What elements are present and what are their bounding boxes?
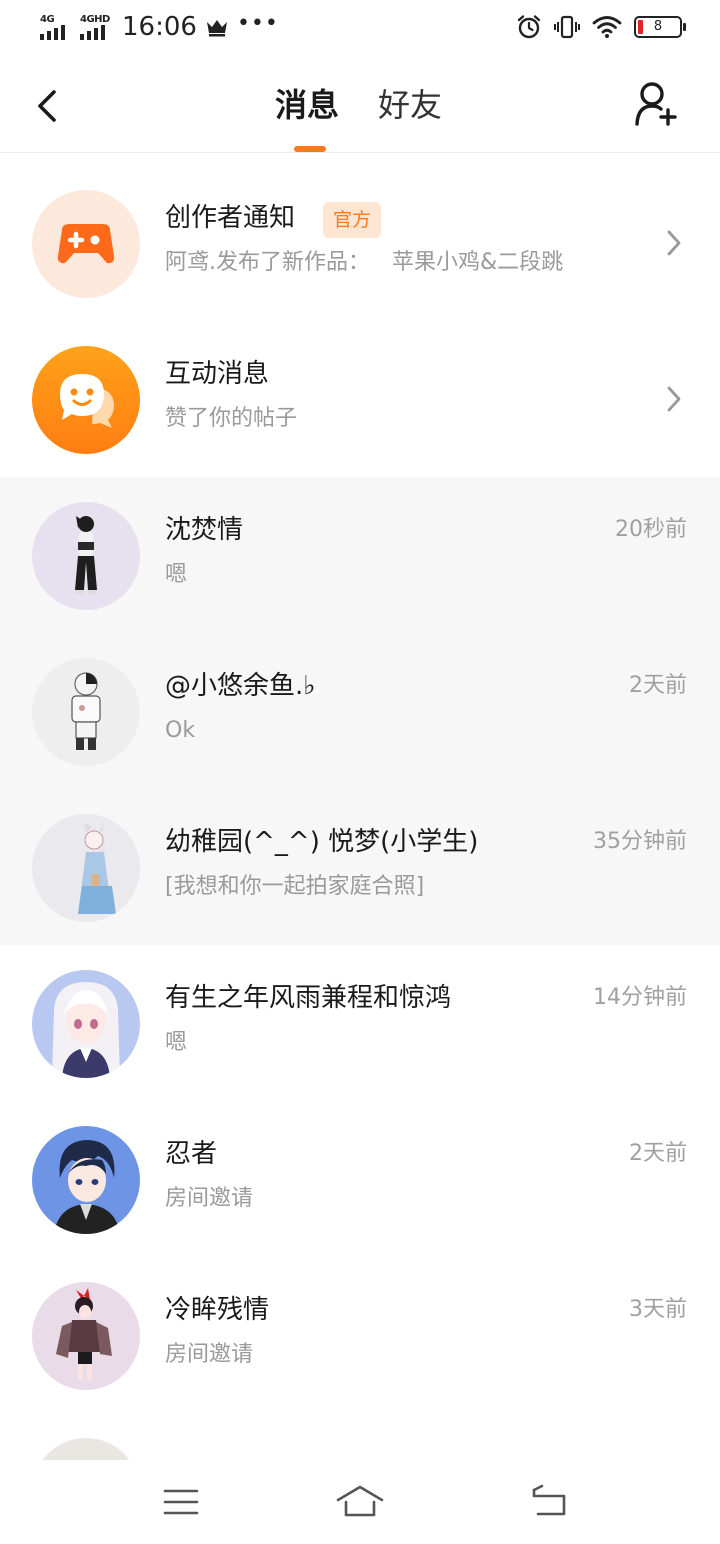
preview-text: 阿鸢.发布了新作品： bbox=[165, 250, 370, 275]
signal-icon: 4G bbox=[40, 14, 72, 40]
gamepad-icon bbox=[32, 190, 140, 298]
menu-icon[interactable] bbox=[156, 1482, 206, 1522]
back-arrow-icon[interactable] bbox=[30, 86, 64, 126]
conversation-name: 沈焚情 bbox=[165, 515, 244, 545]
conversation-time: 3天前 bbox=[629, 1297, 687, 1322]
conversation-preview: 阿鸢.发布了新作品： 苹果小鸡&二段跳 bbox=[165, 247, 563, 279]
tab-friends[interactable]: 好友 bbox=[378, 84, 442, 126]
list-item-chat[interactable]: 忍者 房间邀请 2天前 bbox=[0, 1101, 720, 1257]
conversation-preview: 房间邀请 bbox=[165, 1342, 254, 1367]
conversation-name: 互动消息 bbox=[165, 359, 270, 389]
list-item-chat[interactable]: 幼稚园(^_^) 悦梦(小学生) [我想和你一起拍家庭合照] 35分钟前 bbox=[0, 789, 720, 945]
conversation-name: @小悠余鱼.♭ bbox=[165, 671, 316, 701]
conversation-preview: [我想和你一起拍家庭合照] bbox=[165, 874, 425, 899]
list-item-chat[interactable]: 冷眸残情 房间邀请 3天前 bbox=[0, 1257, 720, 1413]
conversation-time: 20秒前 bbox=[615, 517, 687, 542]
conversation-time: 2天前 bbox=[629, 1141, 687, 1166]
conversation-preview: Ok bbox=[165, 718, 196, 743]
home-icon[interactable] bbox=[335, 1482, 385, 1522]
user-avatar bbox=[32, 658, 140, 766]
conversation-list: 创作者通知 官方 阿鸢.发布了新作品： 苹果小鸡&二段跳 互动消息 赞了你的帖子 bbox=[0, 165, 720, 1544]
add-friend-icon[interactable] bbox=[634, 80, 678, 128]
list-item-interactions[interactable]: 互动消息 赞了你的帖子 bbox=[0, 321, 720, 477]
conversation-name: 忍者 bbox=[165, 1139, 218, 1169]
chevron-right-icon bbox=[667, 386, 681, 412]
conversation-preview: 嗯 bbox=[165, 1030, 188, 1055]
user-avatar bbox=[32, 970, 140, 1078]
conversation-preview: 房间邀请 bbox=[165, 1186, 254, 1211]
status-right: 8 bbox=[516, 14, 686, 40]
conversation-name: 幼稚园(^_^) 悦梦(小学生) bbox=[165, 827, 479, 857]
conversation-preview: 赞了你的帖子 bbox=[165, 406, 298, 431]
list-item-creator-notice[interactable]: 创作者通知 官方 阿鸢.发布了新作品： 苹果小鸡&二段跳 bbox=[0, 165, 720, 321]
tab-indicator bbox=[294, 146, 326, 152]
chevron-right-icon bbox=[667, 230, 681, 256]
system-navigation-bar bbox=[0, 1460, 720, 1544]
list-item-chat[interactable]: 沈焚情 嗯 20秒前 bbox=[0, 477, 720, 633]
vibrate-icon bbox=[554, 15, 580, 39]
conversation-name: 有生之年风雨兼程和惊鸿 bbox=[165, 983, 452, 1013]
user-avatar bbox=[32, 502, 140, 610]
more-dots-icon: ••• bbox=[236, 10, 279, 36]
wifi-icon bbox=[592, 16, 622, 38]
conversation-time: 14分钟前 bbox=[593, 985, 687, 1010]
status-time: 16:06 bbox=[122, 12, 197, 42]
signal-icon: 4GHD bbox=[80, 14, 112, 40]
return-icon[interactable] bbox=[524, 1482, 574, 1522]
user-avatar bbox=[32, 814, 140, 922]
status-bar: 4G 4GHD 16:06 ••• 8 bbox=[0, 0, 720, 58]
tab-messages[interactable]: 消息 bbox=[275, 84, 339, 126]
user-avatar bbox=[32, 1126, 140, 1234]
battery-level: 8 bbox=[653, 19, 663, 34]
official-badge: 官方 bbox=[323, 202, 382, 238]
conversation-name: 创作者通知 bbox=[165, 203, 296, 233]
status-left: 4G 4GHD 16:06 ••• bbox=[40, 10, 279, 42]
battery-icon: 8 bbox=[634, 16, 686, 38]
crown-icon bbox=[206, 20, 227, 37]
list-item-chat[interactable]: @小悠余鱼.♭ Ok 2天前 bbox=[0, 633, 720, 789]
conversation-preview: 嗯 bbox=[165, 562, 188, 587]
network-label-1: 4G bbox=[40, 14, 55, 25]
conversation-name: 冷眸残情 bbox=[165, 1295, 270, 1325]
chat-smile-icon bbox=[32, 346, 140, 454]
alarm-icon bbox=[517, 15, 541, 39]
conversation-time: 2天前 bbox=[629, 673, 687, 698]
conversation-time: 35分钟前 bbox=[593, 829, 687, 854]
list-item-chat[interactable]: 有生之年风雨兼程和惊鸿 嗯 14分钟前 bbox=[0, 945, 720, 1101]
header: 消息 好友 bbox=[0, 58, 720, 153]
user-avatar bbox=[32, 1282, 140, 1390]
preview-title: 苹果小鸡&二段跳 bbox=[392, 250, 564, 275]
network-label-2: 4GHD bbox=[80, 14, 110, 25]
